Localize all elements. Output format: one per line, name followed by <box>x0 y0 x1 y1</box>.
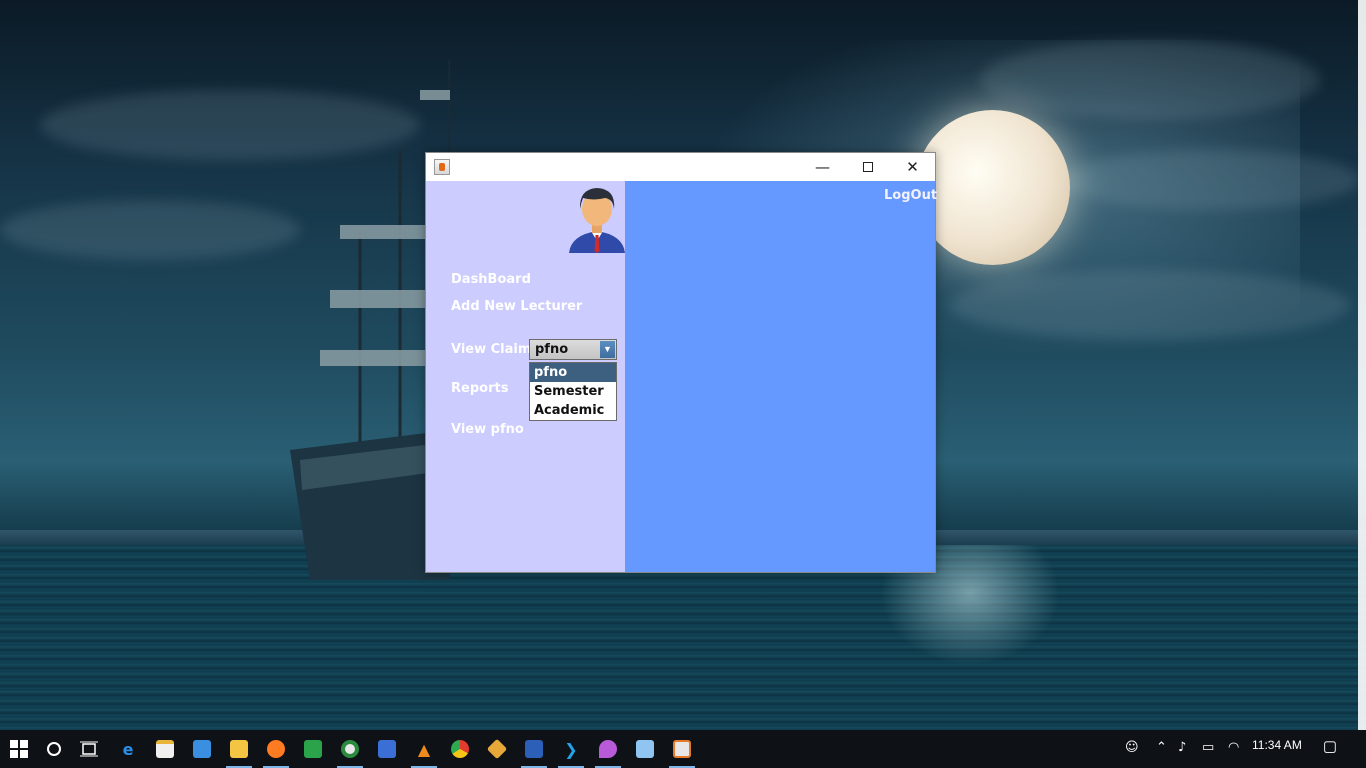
vlc-icon[interactable]: ▲ <box>411 736 437 768</box>
word-icon[interactable] <box>521 736 547 768</box>
java-app-taskbar-icon[interactable] <box>669 736 695 768</box>
paint-app-icon[interactable] <box>595 736 621 768</box>
main-panel <box>625 181 935 572</box>
sidebar: DashBoard Add New Lecturer View Claims R… <box>426 181 625 572</box>
chrome-icon[interactable] <box>447 736 473 762</box>
view-claims-combobox[interactable]: pfno ▼ <box>529 339 617 360</box>
battery-icon[interactable]: ▭ <box>1202 740 1214 755</box>
sidebar-item-view-pfno[interactable]: View pfno <box>451 422 524 437</box>
people-icon[interactable]: ☺ <box>1125 740 1139 755</box>
wifi-icon[interactable]: ◠ <box>1228 740 1239 755</box>
logout-link[interactable]: LogOut <box>884 188 937 203</box>
sidebar-item-view-claims[interactable]: View Claims <box>451 342 539 357</box>
task-view-icon[interactable] <box>76 736 102 762</box>
sidebar-item-reports[interactable]: Reports <box>451 381 508 396</box>
combobox-option-semester[interactable]: Semester <box>530 382 616 401</box>
combobox-option-pfno[interactable]: pfno <box>530 363 616 382</box>
title-bar: — ✕ <box>426 153 935 181</box>
git-app-icon[interactable] <box>484 736 510 762</box>
windows-start-icon[interactable] <box>6 736 32 762</box>
cube-app-icon[interactable] <box>632 736 658 762</box>
taskbar-clock[interactable]: 11:34 AM <box>1252 738 1302 752</box>
store-icon[interactable] <box>152 736 178 762</box>
app-window: — ✕ DashBoard Add New Lecturer View Clai… <box>425 152 937 573</box>
vscode-icon[interactable]: ❯ <box>558 736 584 768</box>
cloud <box>0 200 300 260</box>
screen-edge-strip <box>1358 0 1366 730</box>
minimize-button[interactable]: — <box>800 153 845 181</box>
search-icon[interactable] <box>41 736 67 762</box>
notification-icon[interactable]: ▢ <box>1319 737 1341 759</box>
moon <box>915 110 1070 265</box>
chevron-down-icon[interactable]: ▼ <box>600 341 615 358</box>
maximize-button[interactable] <box>845 153 890 181</box>
close-button[interactable]: ✕ <box>890 153 935 181</box>
firefox-icon[interactable] <box>263 736 289 768</box>
combobox-option-academic[interactable]: Academic <box>530 401 616 420</box>
maximize-icon <box>862 162 873 172</box>
sidebar-item-dashboard[interactable]: DashBoard <box>451 272 531 287</box>
combobox-selected-value: pfno <box>535 342 569 357</box>
cloud <box>980 40 1320 120</box>
volume-icon[interactable]: ♪ <box>1178 740 1186 755</box>
sidebar-item-add-new-lecturer[interactable]: Add New Lecturer <box>451 299 582 314</box>
taskbar: e ▲ ❯ ☺ ⌃ ♪ ▭ ◠ 11:34 AM ▢ <box>0 730 1366 768</box>
cloud <box>950 270 1350 340</box>
window-content: DashBoard Add New Lecturer View Claims R… <box>426 181 937 572</box>
chevron-up-icon[interactable]: ⌃ <box>1156 740 1167 755</box>
combobox-dropdown-list: pfno Semester Academic <box>529 362 617 421</box>
green-app-icon[interactable] <box>300 736 326 762</box>
mail-icon[interactable] <box>189 736 215 762</box>
edge-icon[interactable]: e <box>115 736 141 762</box>
blue-app-icon[interactable] <box>374 736 400 762</box>
cloud <box>1060 150 1360 210</box>
circle-app-icon[interactable] <box>337 736 363 768</box>
file-explorer-icon[interactable] <box>226 736 252 768</box>
user-avatar-icon <box>569 188 625 253</box>
java-app-icon <box>434 159 450 175</box>
